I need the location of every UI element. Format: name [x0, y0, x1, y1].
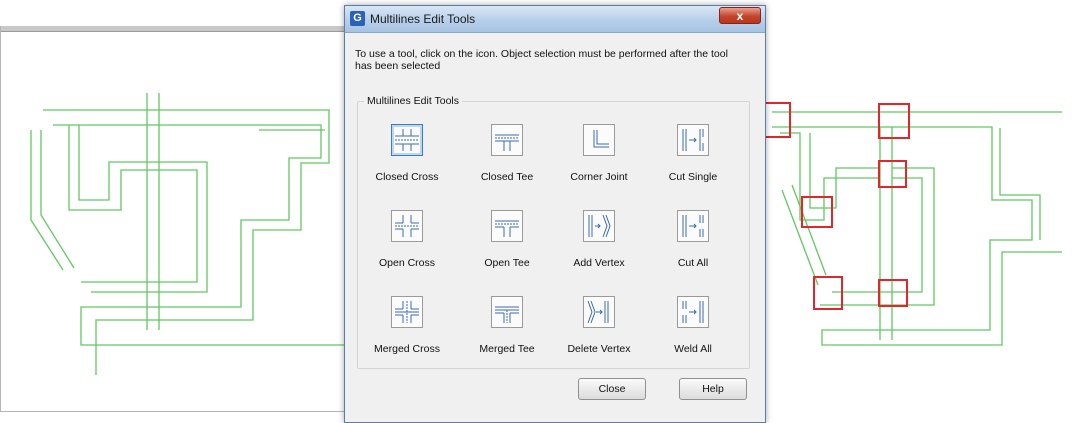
tool-open-tee[interactable]: Open Tee	[462, 210, 552, 290]
weld-all-icon[interactable]	[677, 296, 709, 328]
tool-label: Delete Vertex	[567, 343, 631, 355]
merged-tee-icon[interactable]	[491, 296, 523, 328]
tool-label: Closed Tee	[480, 171, 534, 183]
corner-joint-icon[interactable]	[583, 124, 615, 156]
tool-cut-all[interactable]: Cut All	[648, 210, 738, 290]
tool-merged-tee[interactable]: Merged Tee	[462, 296, 552, 376]
delete-vertex-icon[interactable]	[583, 296, 615, 328]
tool-label: Merged Tee	[479, 343, 535, 355]
dialog-titlebar[interactable]: G Multilines Edit Tools x	[345, 6, 765, 33]
tool-label: Merged Cross	[374, 343, 440, 355]
tool-label: Open Cross	[378, 257, 436, 269]
joint-highlight-2	[878, 103, 910, 139]
closed-cross-icon[interactable]	[391, 124, 423, 156]
tool-closed-tee[interactable]: Closed Tee	[462, 124, 552, 204]
tool-closed-cross[interactable]: Closed Cross	[362, 124, 452, 204]
tool-label: Corner Joint	[570, 171, 628, 183]
tool-label: Closed Cross	[375, 171, 439, 183]
tool-delete-vertex[interactable]: Delete Vertex	[554, 296, 644, 376]
joint-highlight-1	[762, 102, 791, 138]
multiline-drawing-after	[762, 102, 1062, 346]
help-button[interactable]: Help	[679, 378, 747, 400]
cut-single-icon[interactable]	[677, 124, 709, 156]
open-cross-icon[interactable]	[391, 210, 423, 242]
closed-tee-icon[interactable]	[491, 124, 523, 156]
multilines-edit-tools-dialog: G Multilines Edit Tools x To use a tool,…	[344, 5, 766, 423]
tool-corner-joint[interactable]: Corner Joint	[554, 124, 644, 204]
app-logo-icon: G	[350, 11, 365, 26]
add-vertex-icon[interactable]	[583, 210, 615, 242]
dialog-title: Multilines Edit Tools	[370, 12, 476, 26]
tool-merged-cross[interactable]: Merged Cross	[362, 296, 452, 376]
open-tee-icon[interactable]	[491, 210, 523, 242]
tool-label: Open Tee	[484, 257, 530, 269]
cut-all-icon[interactable]	[677, 210, 709, 242]
tool-cut-single[interactable]: Cut Single	[648, 124, 738, 204]
close-button[interactable]: Close	[578, 378, 646, 400]
tool-open-cross[interactable]: Open Cross	[362, 210, 452, 290]
tool-label: Cut Single	[668, 171, 718, 183]
tool-label: Weld All	[674, 343, 712, 355]
group-label: Multilines Edit Tools	[364, 95, 463, 108]
drawing-canvas-after[interactable]	[762, 0, 1072, 421]
window-close-button[interactable]: x	[719, 7, 761, 24]
tool-label: Cut All	[677, 257, 709, 269]
instructions-text: To use a tool, click on the icon. Object…	[355, 48, 728, 72]
tool-label: Add Vertex	[573, 257, 625, 269]
joint-highlight-5	[813, 276, 843, 310]
multiline-drawing-before	[30, 93, 349, 375]
joint-highlight-6	[878, 279, 908, 307]
tool-weld-all[interactable]: Weld All	[648, 296, 738, 376]
drawing-canvas-before[interactable]	[0, 26, 358, 412]
tools-group: Multilines Edit Tools Closed Cross Close…	[357, 95, 750, 369]
merged-cross-icon[interactable]	[391, 296, 423, 328]
tool-add-vertex[interactable]: Add Vertex	[554, 210, 644, 290]
